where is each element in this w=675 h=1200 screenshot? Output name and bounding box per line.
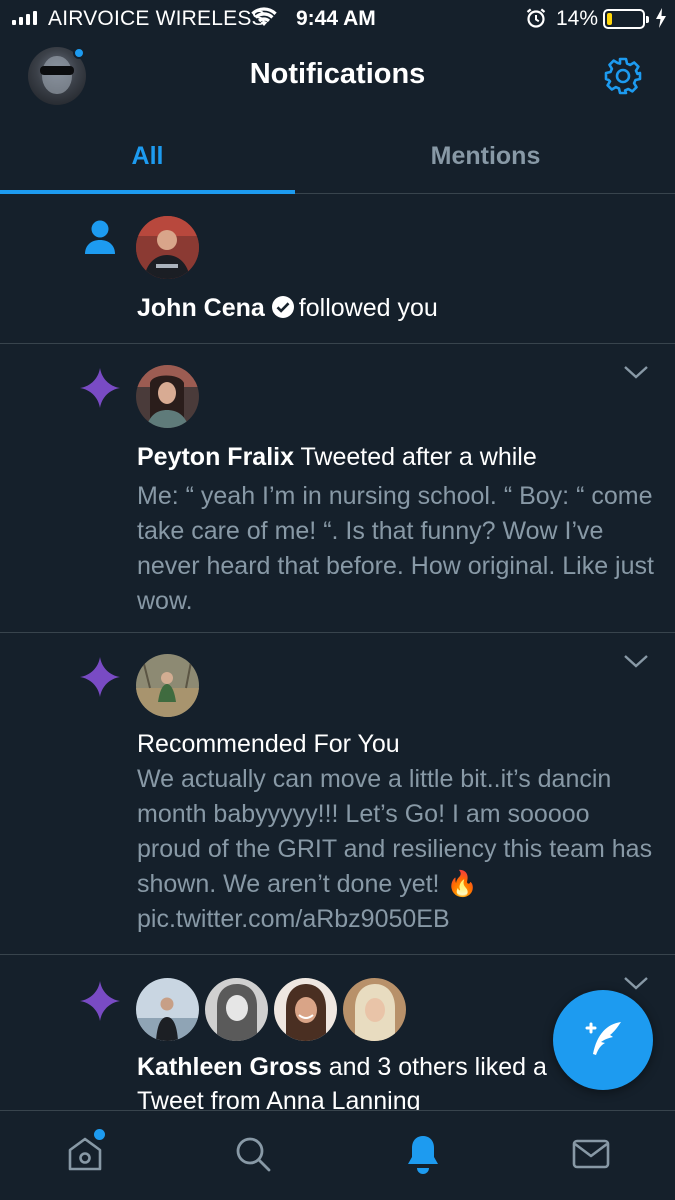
active-tab-indicator: [0, 190, 295, 194]
action-text: Tweeted after a while: [300, 443, 537, 471]
compose-tweet-icon: [585, 1022, 621, 1055]
chevron-down-icon[interactable]: [623, 653, 649, 674]
wifi-icon: [251, 7, 277, 35]
tab-all[interactable]: All: [0, 118, 295, 194]
notification-text: Peyton Fralix Tweeted after a while: [137, 443, 537, 472]
sparkle-icon: [78, 366, 122, 415]
sparkle-icon: [78, 655, 122, 704]
chevron-down-icon[interactable]: [623, 364, 649, 385]
compose-tweet-button[interactable]: [553, 990, 653, 1090]
actor-name[interactable]: Kathleen Gross: [137, 1053, 322, 1081]
header: Notifications: [0, 38, 675, 118]
action-text: followed you: [298, 294, 438, 322]
recommended-headline: Recommended For You: [137, 730, 400, 758]
notification-text: Kathleen Gross and 3 others liked a: [137, 1053, 547, 1082]
bell-icon: [408, 1136, 438, 1174]
gear-icon: [604, 57, 642, 95]
bottom-navigation: [0, 1110, 675, 1200]
tweet-preview-text: Me: “ yeah I’m in nursing school. “ Boy:…: [137, 482, 654, 615]
nav-messages-button[interactable]: [566, 1129, 616, 1179]
tweet-link[interactable]: pic.twitter.com/aRbz9050EB: [137, 905, 450, 933]
mail-icon: [572, 1139, 610, 1169]
home-icon: [68, 1137, 102, 1171]
tab-mentions[interactable]: Mentions: [338, 118, 633, 194]
status-bar: AIRVOICE WIRELESS 9:44 AM 14%: [0, 0, 675, 38]
tweet-preview-text: We actually can move a little bit..it’s …: [137, 762, 657, 937]
carrier-name: AIRVOICE WIRELESS: [48, 7, 266, 30]
battery-percentage: 14%: [556, 7, 599, 30]
avatar[interactable]: [136, 978, 199, 1041]
sparkle-icon: [78, 979, 122, 1028]
avatar[interactable]: [136, 216, 199, 279]
nav-search-button[interactable]: [228, 1129, 278, 1179]
tweet-body: We actually can move a little bit..it’s …: [137, 765, 653, 898]
nav-notifications-button[interactable]: [398, 1129, 448, 1179]
notification-tabs: All Mentions: [0, 118, 675, 194]
notification-item[interactable]: Peyton Fralix Tweeted after a while Me: …: [0, 344, 675, 633]
avatar[interactable]: [274, 978, 337, 1041]
notification-text: John Cena followed you: [137, 294, 438, 326]
actor-name[interactable]: Peyton Fralix: [137, 443, 294, 471]
avatar[interactable]: [136, 365, 199, 428]
clock-time: 9:44 AM: [296, 7, 376, 30]
home-badge-dot: [94, 1129, 105, 1140]
avatar[interactable]: [343, 978, 406, 1041]
search-icon: [236, 1137, 271, 1172]
avatar[interactable]: [205, 978, 268, 1041]
person-icon: [84, 219, 116, 260]
notification-item[interactable]: Recommended For You We actually can move…: [0, 633, 675, 955]
chevron-down-icon[interactable]: [623, 975, 649, 996]
action-text: and 3 others liked a: [328, 1053, 547, 1081]
settings-button[interactable]: [603, 56, 643, 96]
notification-item[interactable]: John Cena followed you: [0, 195, 675, 344]
actor-name[interactable]: John Cena: [137, 294, 265, 322]
charging-bolt-icon: [654, 7, 668, 35]
notifications-feed[interactable]: John Cena followed you Peyton Fralix Twee…: [0, 195, 675, 1110]
cellular-signal-icon: [12, 11, 37, 25]
alarm-icon: [525, 7, 547, 35]
page-title: Notifications: [249, 58, 426, 90]
fire-emoji: 🔥: [446, 870, 478, 898]
notification-text-line2: Tweet from Anna Lanning: [137, 1087, 421, 1110]
verified-badge-icon: [271, 295, 295, 326]
battery-icon: [603, 9, 649, 29]
avatar[interactable]: [136, 654, 199, 717]
